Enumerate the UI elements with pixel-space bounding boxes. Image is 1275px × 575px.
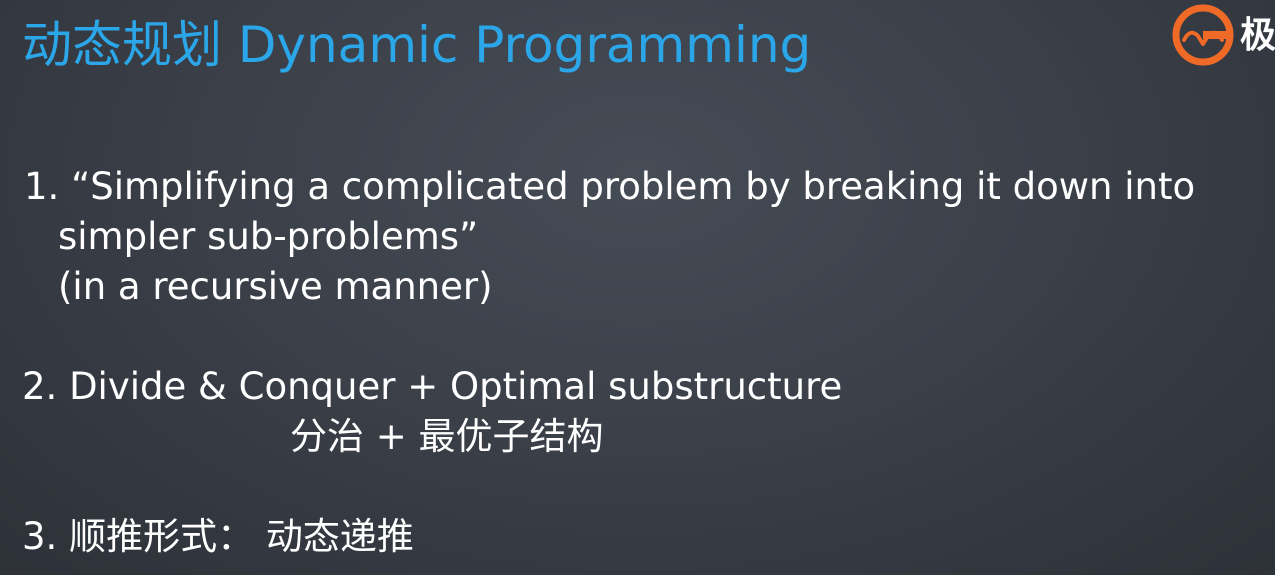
point-1-line-1: 1. “Simplifying a complicated problem by… xyxy=(24,165,1196,208)
point-2-line-1: 2. Divide & Conquer + Optimal substructu… xyxy=(22,365,843,408)
point-1-line-2: simpler sub-problems” xyxy=(58,215,479,258)
point-3-line-1: 3. 顺推形式： 动态递推 xyxy=(22,515,414,558)
slide-title: 动态规划 Dynamic Programming xyxy=(22,16,812,74)
slide: 动态规划 Dynamic Programming 极 1. “Simplifyi… xyxy=(0,0,1275,575)
logo-text: 极 xyxy=(1240,15,1275,56)
geekbang-logo-icon xyxy=(1172,4,1234,66)
point-2-line-2: 分治 + 最优子结构 xyxy=(290,415,604,458)
point-1-line-3: (in a recursive manner) xyxy=(58,265,493,308)
